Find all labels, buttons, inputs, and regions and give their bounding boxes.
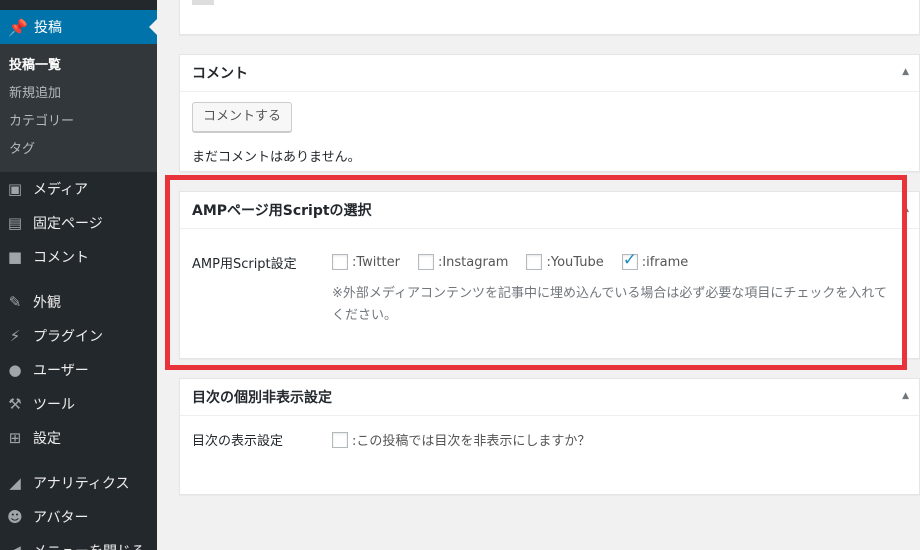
avatar [192, 0, 214, 5]
toc-metabox: 目次の個別非表示設定 ▲ 目次の表示設定 :この投稿では目次を非表示にしますか？ [179, 378, 920, 495]
checkbox-box[interactable] [417, 254, 434, 270]
collapse-toggle-icon[interactable]: ▲ [902, 391, 909, 401]
checkbox-label: :Twitter [352, 254, 400, 270]
settings-icon: ⊞ [8, 429, 22, 447]
youtube-checkbox[interactable]: :YouTube [526, 254, 604, 270]
checkbox-box[interactable] [332, 254, 348, 270]
checkbox-label: :iframe [641, 254, 689, 270]
sidebar-item-label: アナリティクス [33, 476, 130, 492]
page-icon: ▤ [7, 214, 23, 232]
sidebar-item-plugins[interactable]: ⚡ プラグイン [0, 319, 157, 353]
plugin-icon: ⚡ [9, 327, 21, 345]
toc-setting-label: 目次の表示設定 [192, 434, 284, 449]
sidebar-item-label: ツール [33, 397, 75, 413]
amp-script-metabox: AMPページ用Scriptの選択 ▲ AMP用Script設定 :Twitter… [179, 191, 920, 359]
sidebar-item-label: コメント [33, 250, 89, 266]
submenu-tags[interactable]: タグ [0, 136, 157, 164]
submenu-all-posts[interactable]: 投稿一覧 [0, 52, 157, 80]
collapse-toggle-icon[interactable]: ▲ [902, 67, 909, 77]
media-icon: ▣ [7, 180, 23, 198]
sidebar-item-posts[interactable]: 📌 投稿 [0, 10, 157, 44]
avatar-icon: ☻ [7, 508, 23, 526]
sidebar-item-label: プラグイン [33, 329, 103, 345]
sidebar-item-label: アバター [33, 510, 89, 526]
checkbox-label: :Instagram [437, 254, 509, 270]
sidebar-item-comments[interactable]: ■ コメント [0, 240, 157, 274]
checkbox-box[interactable] [332, 431, 348, 448]
metabox-title: 目次の個別非表示設定 [192, 390, 332, 406]
pushpin-icon: 📌 [8, 17, 28, 37]
posts-submenu: 投稿一覧 新規追加 カテゴリー タグ [0, 44, 157, 172]
sidebar-item-label: ユーザー [33, 363, 89, 379]
comments-metabox: コメント ▲ コメントする まだコメントはありません。 [179, 54, 920, 172]
submenu-categories[interactable]: カテゴリー [0, 108, 157, 136]
metabox-header[interactable]: コメント ▲ [180, 55, 919, 92]
checkmark-icon: ✓ [622, 250, 637, 270]
sidebar-item-label: メディア [33, 182, 89, 198]
sidebar-item-media[interactable]: ▣ メディア [0, 172, 157, 206]
sidebar-item-settings[interactable]: ⊞ 設定 [0, 421, 157, 455]
sidebar-collapse-menu[interactable]: ◀ メニューを閉じる [0, 534, 157, 550]
checkbox-box[interactable]: ✓ [621, 250, 638, 270]
metabox-title: AMPページ用Scriptの選択 [192, 203, 372, 219]
amp-setting-label: AMP用Script設定 [192, 257, 297, 272]
metabox-header[interactable]: AMPページ用Scriptの選択 ▲ [180, 192, 919, 229]
add-comment-button[interactable]: コメントする [192, 102, 293, 132]
comment-icon: ■ [7, 248, 23, 266]
sidebar-item-appearance[interactable]: ✎ 外観 [0, 285, 157, 319]
user-icon: ● [8, 361, 22, 379]
appearance-icon: ✎ [8, 293, 22, 311]
sidebar-item-tools[interactable]: ⚒ ツール [0, 387, 157, 421]
sidebar-item-label: 設定 [33, 431, 61, 447]
active-menu-notch [149, 19, 157, 35]
sidebar-item-label: 外観 [33, 295, 61, 311]
hide-toc-checkbox[interactable]: :この投稿では目次を非表示にしますか？ [332, 430, 590, 449]
tool-icon: ⚒ [8, 395, 22, 413]
admin-sidebar: 📌 投稿 投稿一覧 新規追加 カテゴリー タグ ▣ メディア ▤ 固定ページ ■… [0, 0, 157, 550]
sidebar-item-label: 固定ページ [33, 216, 103, 232]
sidebar-top-strip [0, 0, 157, 10]
analytics-icon: ◢ [9, 474, 21, 492]
main-content: コメント ▲ コメントする まだコメントはありません。 AMPページ用Scrip… [157, 0, 920, 550]
sidebar-item-analytics[interactable]: ◢ アナリティクス [0, 466, 157, 500]
instagram-checkbox[interactable]: :Instagram [417, 254, 509, 270]
collapse-toggle-icon[interactable]: ▲ [902, 204, 909, 214]
author-box-partial [179, 0, 920, 35]
metabox-title: コメント [192, 66, 248, 82]
collapse-icon: ◀ [5, 542, 25, 550]
sidebar-item-label: メニューを閉じる [33, 541, 145, 550]
no-comments-message: まだコメントはありません。 [192, 150, 361, 165]
metabox-header[interactable]: 目次の個別非表示設定 ▲ [180, 379, 919, 416]
twitter-checkbox[interactable]: :Twitter [332, 254, 400, 270]
amp-help-note: ※外部メディアコンテンツを記事中に埋め込んでいる場合は必ず必要な項目にチェックを… [332, 286, 887, 323]
checkbox-label: :この投稿では目次を非表示にしますか？ [352, 434, 591, 449]
sidebar-item-label: 投稿 [34, 20, 62, 36]
submenu-add-new[interactable]: 新規追加 [0, 80, 157, 108]
sidebar-item-users[interactable]: ● ユーザー [0, 353, 157, 387]
sidebar-item-avatar[interactable]: ☻ アバター [0, 500, 157, 534]
checkbox-label: :YouTube [546, 254, 604, 270]
checkbox-box[interactable] [526, 254, 543, 270]
sidebar-item-pages[interactable]: ▤ 固定ページ [0, 206, 157, 240]
amp-options: :Twitter :Instagram :YouTube ✓ :iframe [332, 243, 919, 281]
iframe-checkbox[interactable]: ✓ :iframe [621, 250, 689, 270]
